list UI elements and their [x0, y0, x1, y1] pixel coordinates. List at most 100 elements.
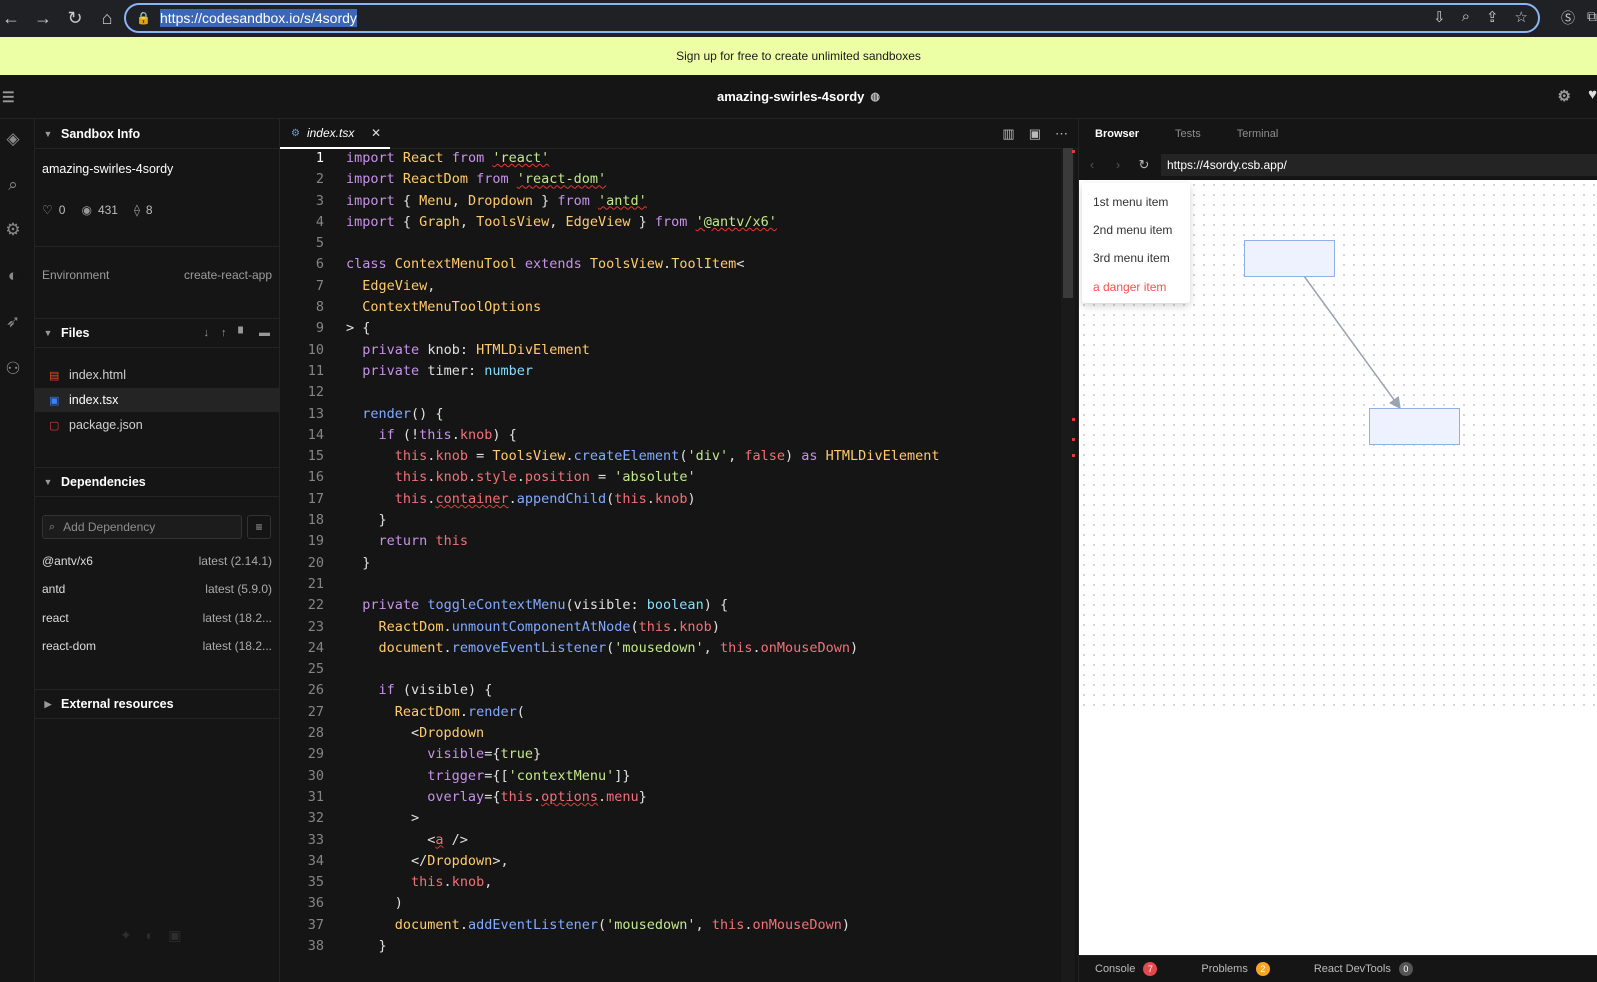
tab-index-tsx[interactable]: ⚙ index.tsx ✕ [280, 119, 390, 149]
github-icon[interactable]: ◐ [146, 927, 154, 944]
reload-icon[interactable]: ↻ [1131, 157, 1157, 173]
settings-gear-icon[interactable]: ⚙ [1558, 87, 1571, 105]
code-area[interactable]: 1 import React from 'react' 2 import React… [280, 148, 1060, 982]
extension-s-icon[interactable]: Ⓢ [1561, 8, 1575, 28]
sandbox-info-header[interactable]: ▼ Sandbox Info [35, 119, 280, 149]
bookmark-star-icon[interactable]: ☆ [1515, 8, 1528, 26]
forward-icon[interactable]: › [1105, 157, 1131, 172]
code-line: 9 > { [280, 318, 1060, 339]
graph-edge[interactable] [1303, 275, 1401, 410]
file-item-package-json[interactable]: ▢ package.json [35, 413, 279, 437]
error-marker [1072, 438, 1075, 441]
split-view-icon[interactable]: ▥ [1002, 126, 1014, 142]
social-links: ✦ ◐ ▣ [120, 927, 181, 944]
reload-icon[interactable]: ↻ [66, 8, 84, 29]
code-line: 29 visible={true} [280, 744, 1060, 765]
preview-toggle-icon[interactable]: ▣ [1029, 126, 1041, 142]
line-number: 17 [307, 490, 324, 507]
problems-tab[interactable]: Problems 2 [1201, 962, 1270, 976]
cube-icon[interactable]: ◈ [2, 129, 24, 149]
new-folder-icon[interactable]: ▬ [259, 327, 270, 340]
code-line: 38 } [280, 936, 1060, 957]
react-devtools-tab[interactable]: React DevTools 0 [1314, 962, 1413, 976]
dependency-version[interactable]: latest (18.2... [203, 611, 272, 625]
ts-file-icon: ⚙ [291, 127, 300, 139]
address-bar[interactable]: 🔒 https://codesandbox.io/s/4sordy ⇩ ⌕ ⇪ … [124, 3, 1540, 33]
banner-text[interactable]: Sign up for free to create unlimited san… [676, 49, 921, 63]
dependency-row[interactable]: react-dom latest (18.2... [42, 639, 272, 653]
share-icon[interactable]: ⇪ [1486, 8, 1499, 26]
gear-icon[interactable]: ⚙ [2, 220, 24, 240]
dependency-row[interactable]: react latest (18.2... [42, 611, 272, 625]
menu-item[interactable]: 2nd menu item [1093, 223, 1172, 237]
code-line: 19 return this [280, 531, 1060, 552]
sandbox-header: ☰ amazing-swirles-4sordy ◍ ⚙ ♥ [0, 75, 1597, 119]
line-number: 20 [307, 554, 324, 571]
preview-frame[interactable]: 1st menu item 2nd menu item 3rd menu ite… [1079, 180, 1597, 955]
dependencies-header[interactable]: ▼ Dependencies [35, 467, 280, 497]
tab-tests[interactable]: Tests [1175, 128, 1201, 140]
hamburger-menu-icon[interactable]: ☰ [2, 89, 15, 106]
dependency-version[interactable]: latest (2.14.1) [199, 554, 272, 568]
external-resources-header[interactable]: ▶ External resources [35, 689, 280, 719]
zoom-icon[interactable]: ⌕ [1462, 8, 1470, 26]
live-users-icon[interactable]: ⚇ [2, 359, 24, 379]
html-file-icon: ▤ [49, 369, 60, 382]
line-number: 21 [307, 575, 324, 592]
scrollbar-thumb[interactable] [1063, 148, 1073, 298]
editor-scrollbar[interactable] [1061, 148, 1075, 982]
close-icon[interactable]: ✕ [371, 126, 381, 140]
env-value[interactable]: create-react-app [184, 268, 272, 282]
tab-browser[interactable]: Browser [1095, 128, 1139, 140]
line-number: 2 [315, 171, 324, 188]
add-dependency-input[interactable]: ⌕ Add Dependency [42, 515, 242, 539]
upload-icon[interactable]: ↑ [221, 327, 227, 340]
like-heart-icon[interactable]: ♥ [1588, 86, 1597, 103]
devtools-count-badge: 0 [1398, 962, 1413, 976]
dependency-version[interactable]: latest (18.2... [203, 639, 272, 653]
github-icon[interactable]: ◐ [2, 266, 24, 286]
address-url[interactable]: https://codesandbox.io/s/4sordy [160, 9, 357, 27]
files-header[interactable]: ▼ Files ↓ ↑ ▘ ▬ [35, 318, 280, 348]
twitter-icon[interactable]: ✦ [120, 927, 132, 944]
code-line: 34 </Dropdown>, [280, 851, 1060, 872]
line-number: 9 [315, 320, 324, 337]
menu-item[interactable]: 3rd menu item [1093, 251, 1170, 265]
dependency-list-button[interactable]: ≡ [247, 515, 271, 539]
dependency-name: @antv/x6 [42, 554, 93, 568]
download-icon[interactable]: ↓ [204, 327, 210, 340]
console-tab[interactable]: Console 7 [1095, 962, 1158, 976]
discord-icon[interactable]: ▣ [168, 927, 181, 944]
editor-tools: ▥ ▣ ⋯ [1002, 126, 1068, 142]
line-number: 26 [307, 682, 324, 699]
tab-terminal[interactable]: Terminal [1237, 128, 1279, 140]
deploy-rocket-icon[interactable]: ➶ [2, 312, 24, 332]
back-icon[interactable]: ← [2, 8, 20, 29]
dependency-row[interactable]: @antv/x6 latest (2.14.1) [42, 554, 272, 568]
dependency-row[interactable]: antd latest (5.9.0) [42, 582, 272, 596]
preview-url-input[interactable]: https://4sordy.csb.app/ [1161, 153, 1597, 176]
file-item-index-html[interactable]: ▤ index.html [35, 363, 279, 387]
forward-icon[interactable]: → [34, 8, 52, 29]
back-icon[interactable]: ‹ [1079, 157, 1105, 172]
code-line: 12 [280, 382, 1060, 403]
code-line: 37 document.addEventListener('mousedown'… [280, 915, 1060, 936]
more-options-icon[interactable]: ⋯ [1055, 126, 1068, 142]
graph-node[interactable] [1244, 240, 1335, 277]
install-icon[interactable]: ⇩ [1433, 8, 1446, 26]
dependency-version[interactable]: latest (5.9.0) [205, 582, 272, 596]
code-line: 13 render() { [280, 404, 1060, 425]
lock-icon[interactable]: 🔒 [136, 11, 151, 25]
graph-node[interactable] [1369, 408, 1460, 445]
line-number: 24 [307, 639, 324, 656]
menu-item-danger[interactable]: a danger item [1093, 280, 1166, 294]
file-item-index-tsx[interactable]: ▣ index.tsx [35, 388, 279, 412]
home-icon[interactable]: ⌂ [98, 8, 116, 29]
menu-item[interactable]: 1st menu item [1093, 195, 1168, 209]
new-file-icon[interactable]: ▘ [239, 327, 247, 340]
code-line: 31 overlay={this.options.menu} [280, 787, 1060, 808]
search-icon[interactable]: ⌕ [2, 175, 24, 195]
extension-icon[interactable]: ⧉ [1587, 8, 1597, 28]
sandbox-title[interactable]: amazing-swirles-4sordy [717, 89, 864, 104]
signup-banner[interactable]: Sign up for free to create unlimited san… [0, 37, 1597, 75]
